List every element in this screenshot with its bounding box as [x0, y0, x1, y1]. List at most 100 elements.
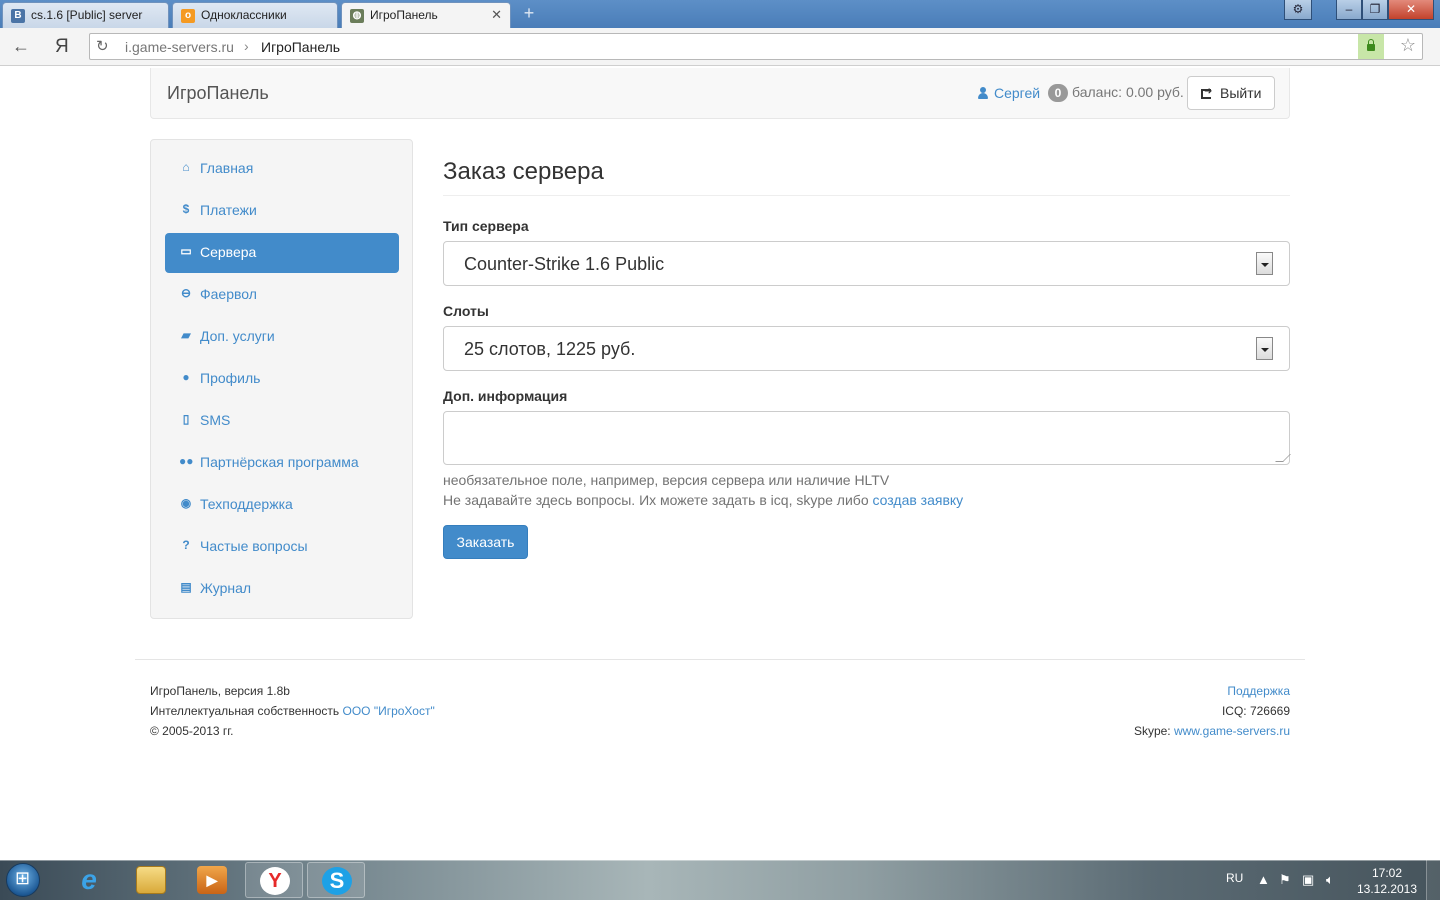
sidebar-item-label: Журнал: [200, 580, 252, 596]
server-type-label: Тип сервера: [443, 218, 529, 234]
sidebar-item-question[interactable]: ? Частые вопросы: [165, 527, 399, 567]
taskbar-yandex-browser[interactable]: Y: [245, 862, 303, 898]
show-desktop-button[interactable]: [1426, 860, 1440, 900]
sidebar-item-users[interactable]: ●● Партнёрская программа: [165, 443, 399, 483]
sidebar-item-dollar[interactable]: $ Платежи: [165, 191, 399, 231]
info-textarea[interactable]: [443, 411, 1290, 465]
help-text-questions: Не задавайте здесь вопросы. Их можете за…: [443, 492, 963, 508]
create-ticket-link[interactable]: создав заявку: [873, 492, 964, 508]
tab-title: ИгроПанель: [370, 8, 438, 22]
yandex-logo[interactable]: Я: [55, 36, 69, 58]
archive-icon: ▤: [180, 580, 192, 594]
user-profile-link[interactable]: Сергей 0: [978, 84, 1068, 102]
browser-tab-igropanel[interactable]: ◍ ИгроПанель ✕: [341, 2, 511, 29]
tab-title: cs.1.6 [Public] server: [31, 8, 143, 22]
system-clock[interactable]: 17:02 13.12.2013: [1356, 865, 1418, 897]
sidebar-item-folder-open[interactable]: ▰ Доп. услуги: [165, 317, 399, 357]
top-navbar: ИгроПанель Сергей 0 баланс: 0.00 руб. Вы…: [150, 68, 1290, 119]
logout-button[interactable]: Выйти: [1187, 76, 1275, 110]
clock-date: 13.12.2013: [1356, 882, 1418, 896]
server-type-value: Counter-Strike 1.6 Public: [464, 254, 665, 274]
hdd-icon: ▭: [180, 244, 192, 258]
server-type-select[interactable]: Counter-Strike 1.6 Public: [443, 241, 1290, 286]
address-domain: i.game-servers.ru: [125, 39, 234, 55]
close-window-button[interactable]: ✕: [1388, 0, 1434, 20]
user-icon: ●: [182, 370, 190, 384]
sidebar-item-comments[interactable]: ◉ Техподдержка: [165, 485, 399, 525]
sidebar-item-label: Партнёрская программа: [200, 454, 359, 470]
sidebar-item-label: Доп. услуги: [200, 328, 275, 344]
vk-favicon-icon: В: [11, 9, 25, 23]
question-icon: ?: [182, 538, 190, 552]
language-indicator[interactable]: RU: [1226, 871, 1243, 885]
browser-tab-vk[interactable]: В cs.1.6 [Public] server: [2, 2, 169, 28]
taskbar-media-player[interactable]: ▶: [183, 862, 241, 898]
file-explorer-icon: [136, 866, 166, 894]
action-center-flag-icon[interactable]: ⚑: [1279, 872, 1291, 888]
user-icon: [978, 87, 988, 99]
support-link[interactable]: Поддержка: [1227, 684, 1290, 698]
windows-taskbar: e ▶ Y S RU ▲ ⚑ ▣ 🔈︎ 17:02 13.12.2013: [0, 860, 1440, 900]
bookmark-star-icon[interactable]: ☆: [1400, 35, 1416, 56]
taskbar-file-explorer[interactable]: [122, 862, 180, 898]
ok-favicon-icon: о: [181, 9, 195, 23]
sidebar-item-hdd[interactable]: ▭ Сервера: [165, 233, 399, 273]
browser-tabstrip: В cs.1.6 [Public] server о Одноклассники…: [0, 0, 1440, 29]
info-label: Доп. информация: [443, 388, 568, 404]
users-icon: ●●: [179, 454, 194, 468]
browser-toolbar: ← Я ↻ i.game-servers.ru › ИгроПанель ☆: [0, 28, 1440, 66]
network-icon[interactable]: ▣: [1302, 872, 1314, 888]
slots-value: 25 слотов, 1225 руб.: [464, 339, 636, 359]
taskbar-internet-explorer[interactable]: e: [60, 862, 118, 898]
order-submit-button[interactable]: Заказать: [443, 525, 528, 559]
clock-time: 17:02: [1371, 866, 1403, 880]
igropanel-favicon-icon: ◍: [350, 9, 364, 23]
sidebar-item-archive[interactable]: ▤ Журнал: [165, 569, 399, 609]
sidebar-item-user[interactable]: ● Профиль: [165, 359, 399, 399]
slots-label: Слоты: [443, 303, 489, 319]
folder-open-icon: ▰: [181, 328, 191, 342]
volume-icon[interactable]: 🔈︎: [1326, 872, 1334, 888]
restore-button[interactable]: ❐: [1362, 0, 1388, 20]
address-separator: ›: [244, 38, 249, 54]
slots-select[interactable]: 25 слотов, 1225 руб.: [443, 326, 1290, 371]
show-hidden-icons-icon[interactable]: ▲: [1257, 872, 1270, 887]
dropdown-arrow-icon[interactable]: [1256, 252, 1273, 275]
dropdown-arrow-icon[interactable]: [1256, 337, 1273, 360]
reload-icon[interactable]: ↻: [96, 37, 109, 55]
support-link-text: Поддержка: [1227, 684, 1290, 698]
footer-version: ИгроПанель, версия 1.8b: [150, 684, 290, 698]
balance-text: баланс: 0.00 руб.: [1072, 84, 1184, 100]
secure-lock-icon[interactable]: [1358, 34, 1384, 59]
brand-logo[interactable]: ИгроПанель: [167, 83, 269, 104]
tab-title: Одноклассники: [201, 8, 287, 22]
address-bar[interactable]: ↻ i.game-servers.ru › ИгроПанель ☆: [89, 33, 1423, 60]
footer-ip-prefix: Интеллектуальная собственность: [150, 704, 340, 718]
minimize-button[interactable]: ‒: [1336, 0, 1362, 20]
browser-settings-icon[interactable]: ⚙: [1284, 0, 1312, 20]
taskbar-skype[interactable]: S: [307, 862, 365, 898]
sidebar-item-label: Главная: [200, 160, 254, 176]
help-text-questions-body: Не задавайте здесь вопросы. Их можете за…: [443, 492, 869, 508]
back-arrow-icon[interactable]: ←: [12, 36, 30, 57]
close-tab-icon[interactable]: ✕: [491, 7, 502, 23]
company-link[interactable]: ООО "ИгроХост": [342, 704, 434, 718]
browser-tab-odnoklassniki[interactable]: о Одноклассники: [172, 2, 338, 28]
sidebar-nav: ⌂ Главная $ Платежи ▭ Сервера ⊖ Фаервол ▰ Доп. ус…: [150, 139, 413, 619]
start-button[interactable]: [6, 863, 40, 897]
sidebar-item-minus-circle[interactable]: ⊖ Фаервол: [165, 275, 399, 315]
home-icon: ⌂: [182, 160, 190, 174]
help-text-optional: необязательное поле, например, версия се…: [443, 472, 890, 488]
footer-skype-prefix: Skype:: [1133, 724, 1171, 738]
title-divider: [443, 195, 1290, 196]
footer-divider: [135, 659, 1305, 660]
comments-icon: ◉: [180, 496, 192, 510]
website-link[interactable]: www.game-servers.ru: [1174, 724, 1290, 738]
internet-explorer-icon: e: [81, 864, 97, 895]
sidebar-item-home[interactable]: ⌂ Главная: [165, 149, 399, 189]
mobile-icon: ▯: [182, 412, 190, 426]
sidebar-item-mobile[interactable]: ▯ SMS: [165, 401, 399, 441]
new-tab-button[interactable]: +: [518, 4, 540, 22]
yandex-browser-icon: Y: [260, 867, 290, 895]
footer-skype: Skype: www.game-servers.ru: [1134, 724, 1290, 738]
